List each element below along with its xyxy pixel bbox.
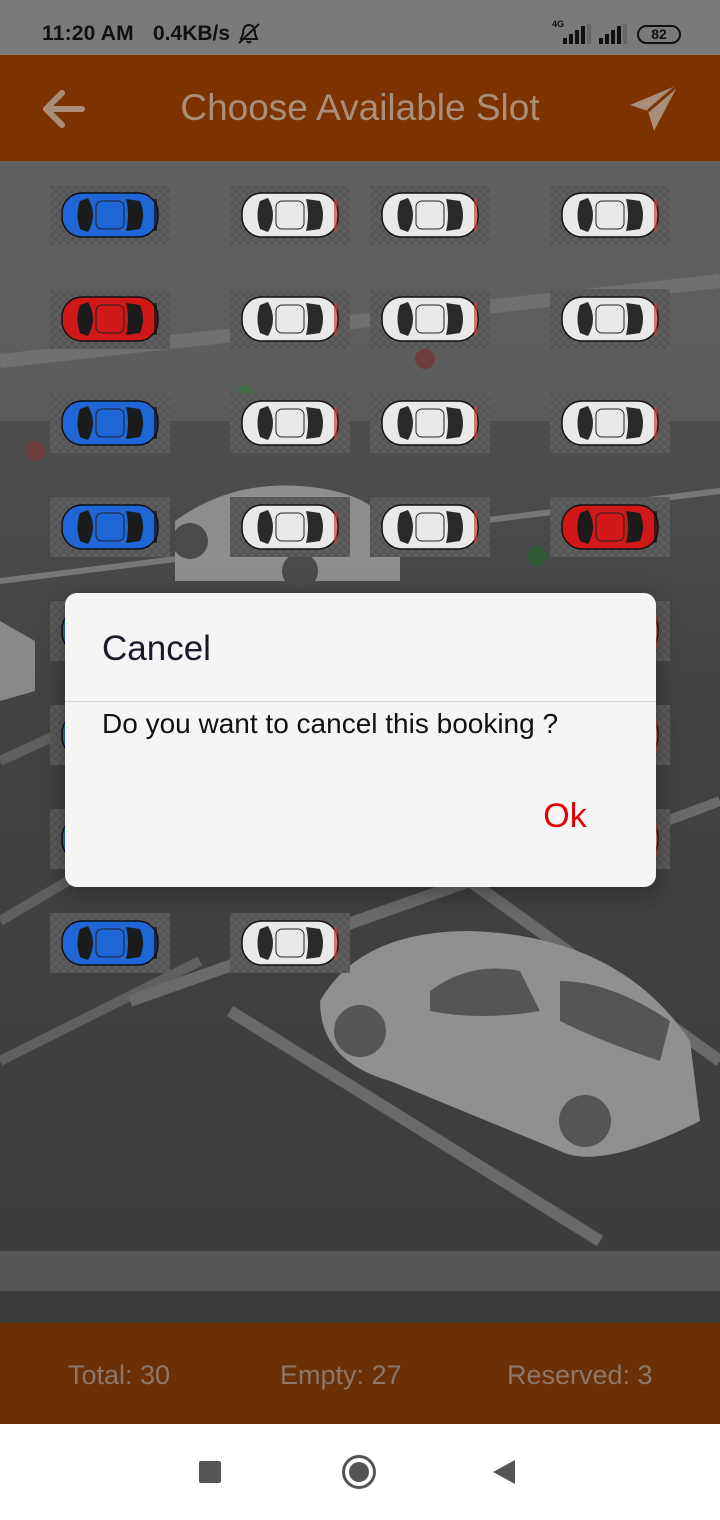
reserved-slots-count: Reserved: 3	[507, 1360, 653, 1390]
total-slots-count: Total: 30	[68, 1360, 171, 1390]
page-title: Choose Available Slot	[180, 87, 540, 128]
system-navigation-bar	[0, 1424, 720, 1520]
signal-icon	[599, 22, 627, 44]
battery-icon: 82	[637, 25, 681, 44]
network-speed: 0.4KB/s	[153, 22, 231, 45]
cancel-booking-dialog: Cancel Do you want to cancel this bookin…	[65, 593, 656, 887]
send-icon[interactable]	[628, 81, 682, 135]
status-time: 11:20 AM	[42, 22, 134, 45]
mute-icon	[236, 22, 262, 52]
dialog-divider	[65, 701, 656, 702]
status-bar: 11:20 AM 0.4KB/s 4G 82	[0, 0, 720, 55]
circle-icon[interactable]	[342, 1455, 376, 1489]
dialog-title: Cancel	[102, 629, 211, 668]
signal-icon	[563, 22, 591, 44]
app-bar: Choose Available Slot	[0, 55, 720, 161]
ok-button[interactable]: Ok	[520, 793, 610, 839]
dialog-message: Do you want to cancel this booking ?	[102, 708, 559, 739]
triangle-back-icon[interactable]	[493, 1460, 515, 1484]
square-icon[interactable]	[199, 1461, 221, 1483]
empty-slots-count: Empty: 27	[280, 1360, 402, 1390]
slot-stats-bar: Total: 30 Empty: 27 Reserved: 3	[0, 1323, 720, 1424]
